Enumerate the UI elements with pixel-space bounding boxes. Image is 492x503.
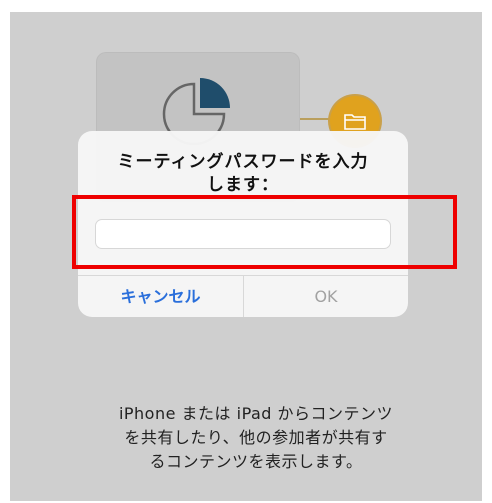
share-description: iPhone または iPad からコンテンツ を共有したり、他の参加者が共有す… [118,404,394,471]
illustration-connector [300,118,334,120]
ok-button[interactable]: OK [244,276,408,317]
folder-icon [344,114,366,130]
dialog-title: ミーティングパスワードを入力 します： [117,152,369,195]
cancel-button[interactable]: キャンセル [78,276,243,317]
highlight-box [72,195,457,269]
